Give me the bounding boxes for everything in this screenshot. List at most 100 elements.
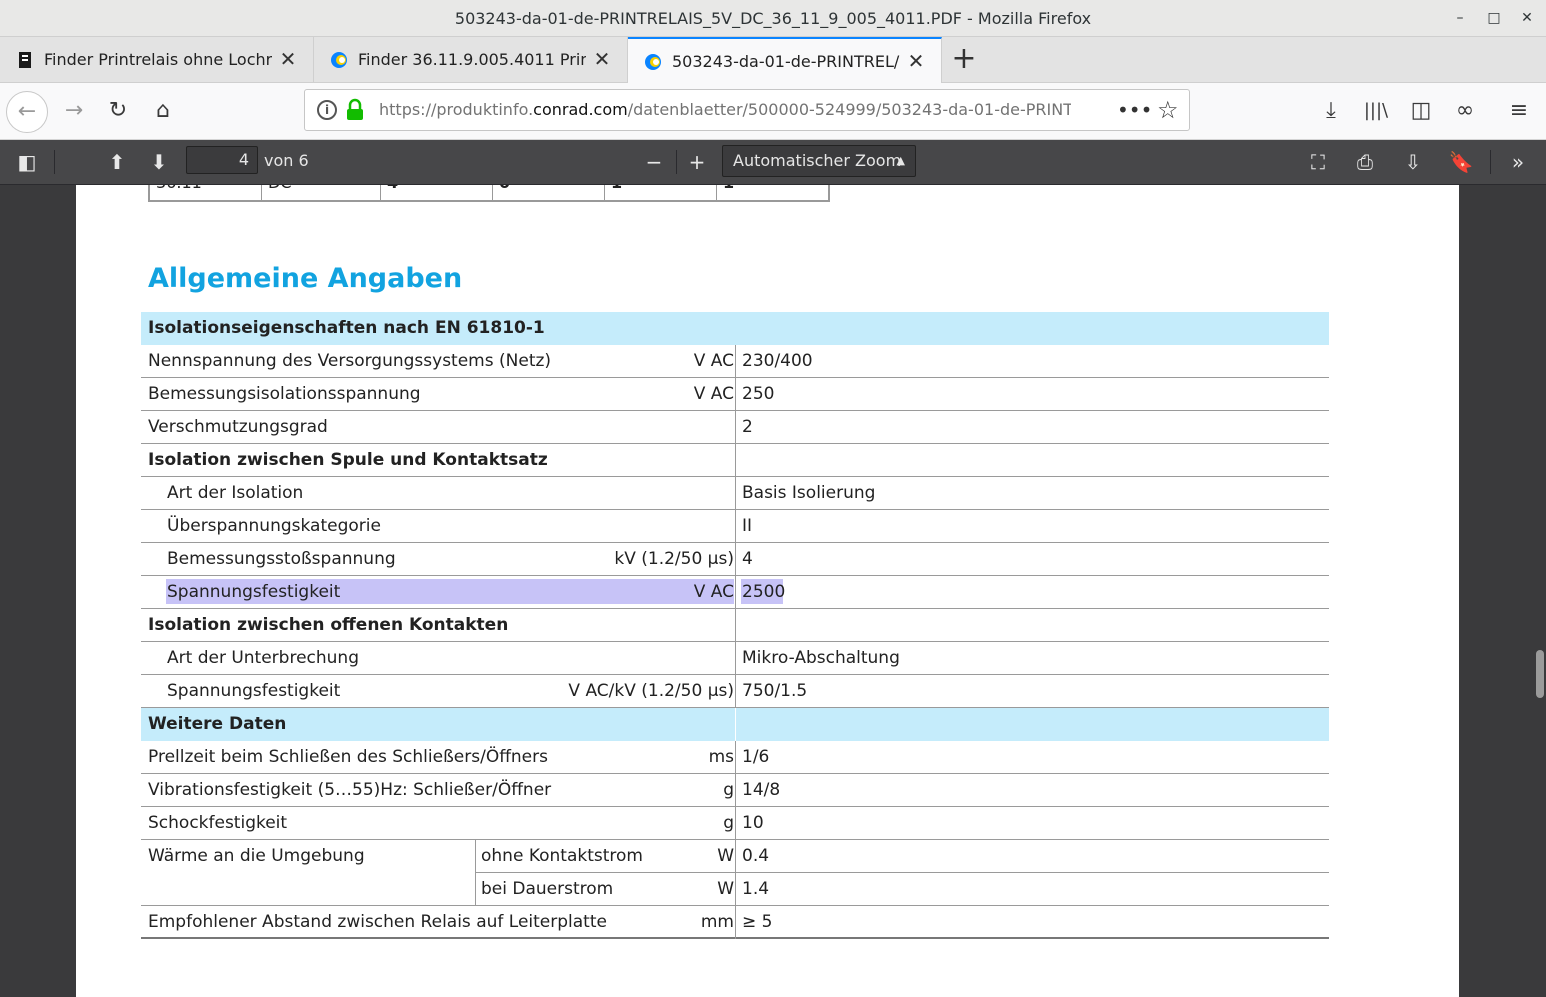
row-unit: ms [708, 747, 734, 767]
bookmark-icon[interactable]: 🔖 [1446, 148, 1476, 176]
tab-finder-printrelais[interactable]: Finder Printrelais ohne Lochras ✕ [0, 37, 314, 83]
reload-button[interactable]: ↻ [100, 93, 136, 129]
maximize-button[interactable]: □ [1484, 8, 1504, 28]
bookmark-star-icon[interactable]: ☆ [1157, 96, 1179, 124]
forward-button[interactable]: → [56, 93, 92, 129]
presentation-mode-icon[interactable]: ⛶ [1303, 148, 1333, 176]
row-label: Empfohlener Abstand zwischen Relais auf … [148, 912, 607, 932]
previous-page-icon[interactable]: ⬆ [102, 148, 132, 176]
tab-pdf-active[interactable]: 503243-da-01-de-PRINTREL/ ✕ [628, 37, 942, 83]
table-cell: 1 [605, 185, 717, 200]
row-value: 4 [742, 549, 753, 569]
toolbar-divider [1490, 150, 1491, 174]
page-number-input[interactable]: 4 [186, 146, 258, 174]
previous-table-fragment: 36.11 DC 4 0 1 1 [148, 185, 830, 202]
row-unit: W [717, 846, 734, 866]
pdf-page: 36.11 DC 4 0 1 1 Allgemeine Angaben Isol… [76, 185, 1459, 997]
row-value: 10 [742, 813, 764, 833]
tools-menu-icon[interactable]: » [1503, 148, 1533, 176]
save-download-icon[interactable]: ⇩ [1398, 148, 1428, 176]
table-row: Schockfestigkeit g 10 [141, 807, 1329, 840]
table-cell: 0 [493, 185, 605, 200]
row-value: 1.4 [742, 879, 770, 899]
scrollbar-thumb[interactable] [1536, 650, 1544, 698]
menu-icon[interactable]: ≡ [1501, 93, 1537, 129]
home-button[interactable]: ⌂ [145, 93, 181, 129]
table-section-header: Isolationseigenschaften nach EN 61810-1 [141, 312, 1329, 345]
pdf-toolbar: ◧ ⬆ ⬇ 4 von 6 − + Automatischer Zoom ▲ ⛶ … [0, 140, 1546, 185]
tab-close-icon[interactable]: ✕ [278, 49, 298, 69]
row-label: Weitere Daten [148, 714, 287, 734]
url-bar[interactable]: i https://produktinfo.conrad.com/datenbl… [304, 89, 1190, 131]
row-label: Vibrationsfestigkeit (5…55)Hz: Schließer… [148, 780, 552, 800]
tab-label: Finder 36.11.9.005.4011 Printr [358, 50, 586, 69]
row-value: Mikro-Abschaltung [742, 648, 900, 668]
tab-label: Finder Printrelais ohne Lochras [44, 50, 272, 69]
library-icon[interactable]: |||\ [1358, 93, 1394, 129]
pdf-viewer[interactable]: 36.11 DC 4 0 1 1 Allgemeine Angaben Isol… [0, 185, 1546, 997]
table-cell: 4 [381, 185, 493, 200]
nav-toolbar: ← → ↻ ⌂ i https://produktinfo.conrad.com… [0, 83, 1546, 140]
table-row: Vibrationsfestigkeit (5…55)Hz: Schließer… [141, 774, 1329, 807]
row-unit: g [723, 780, 734, 800]
tab-close-icon[interactable]: ✕ [592, 49, 612, 69]
table-row: Verschmutzungsgrad 2 [141, 411, 1329, 444]
table-row: Prellzeit beim Schließen des Schließers/… [141, 741, 1329, 774]
row-label: Spannungsfestigkeit [167, 681, 341, 701]
zoom-select[interactable]: Automatischer Zoom ▲ [722, 145, 916, 177]
row-value: 250 [742, 384, 775, 404]
back-button[interactable]: ← [6, 91, 48, 133]
document-icon [16, 51, 34, 69]
tab-finder-36-11[interactable]: Finder 36.11.9.005.4011 Printr ✕ [314, 37, 628, 83]
sidebar-toggle-icon[interactable]: ◧ [12, 148, 42, 176]
page-actions-button[interactable]: ••• [1117, 98, 1152, 122]
table-row: Spannungsfestigkeit V AC/kV (1.2/50 µs) … [141, 675, 1329, 708]
toolbar-divider [54, 150, 55, 174]
table-cell: 36.11 [150, 185, 262, 200]
row-value: ≥ 5 [742, 912, 773, 932]
zoom-out-icon[interactable]: − [639, 148, 669, 176]
toolbar-divider [676, 150, 677, 174]
window-close-button[interactable]: ✕ [1517, 8, 1537, 28]
minimize-button[interactable]: – [1450, 8, 1470, 28]
row-unit: V AC/kV (1.2/50 µs) [568, 681, 734, 701]
row-label: Art der Unterbrechung [167, 648, 359, 668]
table-group-header: Isolation zwischen Spule und Kontaktsatz [141, 444, 1329, 477]
new-tab-button[interactable]: + [948, 42, 980, 78]
row-sublabel: ohne Kontaktstrom [481, 846, 643, 866]
tab-close-icon[interactable]: ✕ [906, 51, 926, 71]
info-icon[interactable]: i [317, 100, 337, 120]
next-page-icon[interactable]: ⬇ [144, 148, 174, 176]
row-label: Prellzeit beim Schließen des Schließers/… [148, 747, 548, 767]
tab-strip: Finder Printrelais ohne Lochras ✕ Finder… [0, 37, 1546, 83]
row-value: II [742, 516, 753, 536]
zoom-in-icon[interactable]: + [682, 148, 712, 176]
conrad-icon [644, 53, 662, 71]
print-icon[interactable]: ⎙ [1350, 148, 1380, 176]
row-value: 14/8 [742, 780, 781, 800]
downloads-icon[interactable]: ⤓ [1313, 93, 1349, 129]
row-label: Bemessungsstoßspannung [167, 549, 396, 569]
row-unit: g [723, 813, 734, 833]
row-label: Art der Isolation [167, 483, 304, 503]
table-group-header: Isolation zwischen offenen Kontakten [141, 609, 1329, 642]
row-unit: V AC [693, 384, 734, 404]
row-label: Nennspannung des Versorgungssystems (Net… [148, 351, 552, 371]
row-value: 230/400 [742, 351, 813, 371]
table-row-selected: Spannungsfestigkeit V AC 2500 [141, 576, 1329, 609]
sidebar-toggle-icon[interactable]: ◫ [1403, 93, 1439, 129]
row-sublabel: bei Dauerstrom [481, 879, 614, 899]
table-row: Empfohlener Abstand zwischen Relais auf … [141, 906, 1329, 939]
row-label: Schockfestigkeit [148, 813, 288, 833]
private-mask-icon[interactable]: ∞ [1447, 93, 1483, 129]
window-title: 503243-da-01-de-PRINTRELAIS_5V_DC_36_11_… [454, 9, 1092, 28]
row-label: Bemessungsisolationsspannung [148, 384, 421, 404]
section-heading: Allgemeine Angaben [148, 263, 463, 294]
row-value: 1/6 [742, 747, 770, 767]
row-value: 2500 [742, 582, 786, 602]
row-value: 0.4 [742, 846, 770, 866]
row-value: Basis Isolierung [742, 483, 876, 503]
url-text[interactable]: https://produktinfo.conrad.com/datenblae… [379, 100, 1071, 119]
table-cell: DC [262, 185, 381, 200]
lock-icon[interactable] [345, 98, 365, 122]
